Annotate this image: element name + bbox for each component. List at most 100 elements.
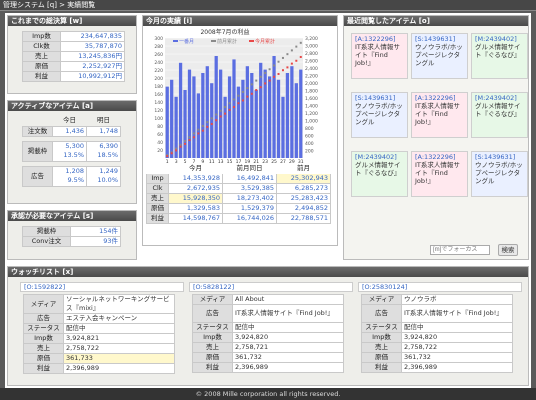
recent-item-card[interactable]: [A:1322296] IT系求人情報サイト『Find Job!』: [351, 33, 408, 79]
watch-row: 売上 2,758,721: [192, 342, 344, 353]
recent-item-card[interactable]: [A:1322296] IT系求人情報サイト『Find Job!』: [411, 92, 468, 138]
watch-card-tag[interactable]: [O:25830124]: [358, 282, 522, 292]
watch-row: 売上 2,758,722: [361, 342, 513, 353]
summary-table: Imp数 234,647,835 Clk数 35,787,870 売上 13,245,83…: [22, 31, 125, 82]
watch-row: メディア ソーシャルネットワーキングサービス『mixi』: [23, 294, 175, 314]
watch-row: ステータス 配信中: [23, 323, 175, 334]
y2-tick-label: 1,600: [305, 96, 318, 102]
monthly-label: 利益: [146, 213, 169, 224]
recent-item-id[interactable]: [M:2439402]: [475, 35, 524, 43]
profit-bar: [210, 83, 214, 158]
y-tick-label: 260: [154, 52, 163, 58]
focus-search-input[interactable]: [430, 245, 490, 255]
cur-cumulative-point: [299, 55, 302, 58]
watch-card-table: メディア ウノウラボ 広告 IT系求人情報サイト『Find Job!』 ステータス 配信中…: [361, 294, 513, 373]
approval-row: Conv注文 93件: [22, 236, 121, 247]
active-today: 1,436: [52, 125, 87, 137]
cur-cumulative-point: [192, 136, 195, 139]
watch-value: 配信中: [63, 323, 175, 334]
y2-tick-label: 200: [305, 149, 314, 155]
recent-item-id[interactable]: [A:1322296]: [415, 94, 464, 102]
prev-cumulative-point: [277, 60, 280, 63]
prev-cumulative-point: [228, 102, 231, 105]
y-tick-label: 240: [154, 60, 163, 66]
watch-value: IT系求人情報サイト『Find Job!』: [232, 304, 344, 323]
recent-items-title: 最近閲覧したアイテム [o]: [344, 16, 528, 26]
watch-label: Imp数: [192, 332, 233, 343]
watch-row: ステータス 配信中: [361, 322, 513, 333]
recent-item-id[interactable]: [M:2439402]: [355, 153, 404, 161]
recent-item-card[interactable]: [S:1439631] ウノウラボ/ホップページレクタングル: [411, 33, 468, 79]
watch-card-tag[interactable]: [O:5828122]: [189, 282, 353, 292]
prev-cumulative-point: [219, 109, 222, 112]
recent-item-card[interactable]: [S:1439631] ウノウラボ/ホップページレクタングル: [471, 151, 528, 197]
cur-cumulative-point: [264, 82, 267, 85]
watch-value: 3,924,820: [232, 332, 344, 343]
recent-item-card[interactable]: [M:2439402] グルメ情報サイト『ぐるなび』: [351, 151, 408, 197]
recent-item-text: ウノウラボ/ホップページレクタングル: [475, 161, 523, 185]
monthly-title: 今月の実績 [i]: [143, 16, 337, 26]
y2-tick-label: 800: [305, 126, 314, 132]
prev-cumulative-point: [259, 75, 262, 78]
prev-cumulative-point: [241, 90, 244, 93]
cur-cumulative-point: [219, 115, 222, 118]
monthly-value: 1,529,379: [222, 203, 277, 214]
recent-item-id[interactable]: [S:1439631]: [355, 94, 404, 102]
recent-item-id[interactable]: [S:1439631]: [475, 153, 524, 161]
summary-row: 原価 2,252,927円: [22, 61, 125, 72]
watch-value: 配信中: [401, 322, 513, 333]
recent-item-id[interactable]: [A:1322296]: [415, 153, 464, 161]
approval-value[interactable]: 93件: [70, 236, 121, 247]
watch-card-tag[interactable]: [O:1592822]: [20, 282, 184, 292]
approval-title: 承認が必要なアイテム [s]: [8, 211, 136, 221]
profit-bar: [201, 73, 205, 158]
prev-cumulative-point: [237, 94, 240, 97]
recent-item-card[interactable]: [S:1439631] ウノウラボ/ホップページレクタングル: [351, 92, 408, 138]
watch-row: 利益 2,396,989: [23, 363, 175, 374]
profit-bar: [165, 86, 169, 158]
recent-item-text: グルメ情報サイト『ぐるなび』: [355, 161, 401, 177]
watch-value: エステ入会キャンペーン: [63, 313, 175, 324]
y2-tick-label: 1,200: [305, 111, 318, 117]
recent-item-card[interactable]: [M:2439402] グルメ情報サイト『ぐるなび』: [471, 33, 528, 79]
watch-label: 原価: [361, 352, 402, 363]
watch-label: ステータス: [23, 323, 64, 334]
watch-value: IT系求人情報サイト『Find Job!』: [401, 304, 513, 323]
cur-cumulative-point: [277, 72, 280, 75]
active-label: 掲載枠: [22, 140, 53, 162]
prev-cumulative-point: [192, 132, 195, 135]
watch-value: 361,732: [232, 352, 344, 363]
recent-item-id[interactable]: [S:1439631]: [415, 35, 464, 43]
search-button[interactable]: 検索: [498, 244, 518, 256]
y2-tick-label: 2,800: [305, 51, 318, 57]
footer: © 2008 Mille corporation all rights rese…: [0, 388, 536, 400]
monthly-value: 18,273,402: [222, 193, 277, 204]
profit-bar: [187, 69, 192, 158]
recent-item-id[interactable]: [M:2439402]: [475, 94, 524, 102]
watch-value: All About: [232, 294, 344, 305]
watch-label: メディア: [23, 294, 64, 314]
watch-value: 2,396,989: [401, 362, 513, 373]
watch-label: 広告: [23, 313, 64, 324]
watchlist-panel: ウォッチリスト [x] [O:1592822] メディア ソーシャルネットワーキング…: [7, 266, 529, 386]
active-row: 注文数 1,436 1,748: [22, 125, 121, 137]
watch-label: 原価: [23, 353, 64, 364]
monthly-label: 原価: [146, 203, 169, 214]
prev-cumulative-point: [268, 68, 271, 71]
monthly-col-header: 今月: [168, 163, 223, 174]
col-tomorrow: 明日: [86, 116, 121, 126]
watch-value: 361,733: [63, 353, 175, 364]
watch-row: メディア All About: [192, 294, 344, 305]
recent-item-id[interactable]: [A:1322296]: [355, 35, 404, 43]
cur-cumulative-point: [268, 79, 271, 82]
watch-label: 利益: [192, 362, 233, 373]
y-tick-label: 40: [157, 140, 163, 146]
profit-bar: [232, 59, 236, 158]
approval-value[interactable]: 154件: [70, 226, 121, 237]
recent-item-card[interactable]: [A:1322296] IT系求人情報サイト『Find Job!』: [411, 151, 468, 197]
cur-cumulative-point: [286, 66, 289, 69]
recent-item-card[interactable]: [M:2439402] グルメ情報サイト『ぐるなび』: [471, 92, 528, 138]
summary-row: Clk数 35,787,870: [22, 41, 125, 52]
monthly-value: 3,529,385: [222, 183, 277, 194]
monthly-label: Imp: [146, 173, 169, 184]
